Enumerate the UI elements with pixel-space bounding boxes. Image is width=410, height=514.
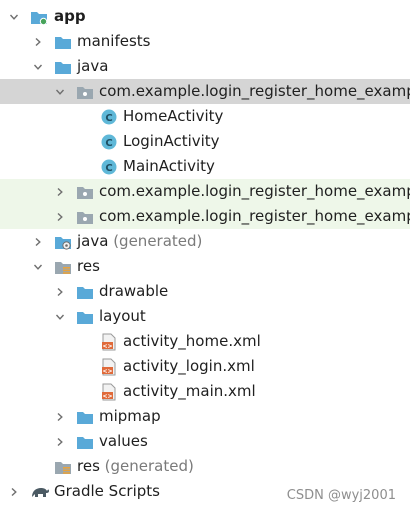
tree-item-label: HomeActivity	[123, 107, 224, 125]
tree-item-activity-main-xml[interactable]: <> activity_main.xml	[0, 379, 410, 404]
module-folder-icon	[30, 7, 48, 26]
tree-item-label: com.example.login_register_home_example	[99, 82, 410, 100]
svg-text:<>: <>	[102, 393, 112, 400]
tree-item-java[interactable]: java	[0, 54, 410, 79]
tree-item-label-text: java	[77, 232, 109, 250]
folder-icon	[76, 407, 94, 426]
svg-text:<>: <>	[102, 343, 112, 350]
tree-item-label: Gradle Scripts	[54, 482, 160, 500]
tree-item-label: java	[77, 57, 109, 75]
xml-file-icon: <>	[100, 357, 118, 376]
xml-file-icon: <>	[100, 332, 118, 351]
tree-item-values[interactable]: values	[0, 429, 410, 454]
tree-item-label: app	[54, 7, 86, 25]
tree-item-label: mipmap	[99, 407, 161, 425]
tree-item-label: LoginActivity	[123, 132, 220, 150]
package-icon	[76, 82, 94, 101]
chevron-right-icon[interactable]	[7, 479, 21, 504]
tree-item-label: com.example.login_register_home_example	[99, 182, 410, 200]
tree-item-manifests[interactable]: manifests	[0, 29, 410, 54]
gradle-icon	[30, 482, 50, 501]
folder-icon	[54, 32, 72, 51]
tree-item-label: layout	[99, 307, 146, 325]
tree-item-package-android-test[interactable]: com.example.login_register_home_example	[0, 179, 410, 204]
tree-item-suffix: (generated)	[99, 457, 194, 475]
chevron-down-icon[interactable]	[53, 304, 67, 329]
chevron-right-icon[interactable]	[31, 229, 45, 254]
svg-text:<>: <>	[102, 368, 112, 375]
tree-item-label: activity_main.xml	[123, 382, 256, 400]
tree-item-label: MainActivity	[123, 157, 215, 175]
folder-icon	[76, 282, 94, 301]
svg-text:C: C	[105, 138, 112, 149]
tree-item-label: manifests	[77, 32, 151, 50]
chevron-down-icon[interactable]	[53, 79, 67, 104]
tree-item-java-generated[interactable]: java (generated)	[0, 229, 410, 254]
tree-item-label: res	[77, 257, 100, 275]
tree-item-drawable[interactable]: drawable	[0, 279, 410, 304]
chevron-down-icon[interactable]	[31, 54, 45, 79]
package-icon	[76, 207, 94, 226]
tree-item-home-activity[interactable]: C HomeActivity	[0, 104, 410, 129]
tree-item-label-text: res	[77, 457, 100, 475]
tree-item-activity-login-xml[interactable]: <> activity_login.xml	[0, 354, 410, 379]
chevron-right-icon[interactable]	[53, 404, 67, 429]
tree-item-label: activity_home.xml	[123, 332, 261, 350]
tree-item-login-activity[interactable]: C LoginActivity	[0, 129, 410, 154]
folder-icon	[54, 57, 72, 76]
svg-text:C: C	[105, 163, 112, 174]
tree-item-label: com.example.login_register_home_example	[99, 207, 410, 225]
tree-item-label: values	[99, 432, 148, 450]
class-icon: C	[100, 132, 118, 151]
chevron-right-icon[interactable]	[53, 204, 67, 229]
folder-icon	[76, 432, 94, 451]
tree-item-package-test[interactable]: com.example.login_register_home_example	[0, 204, 410, 229]
tree-item-main-activity[interactable]: C MainActivity	[0, 154, 410, 179]
res-folder-icon	[54, 257, 72, 276]
chevron-down-icon[interactable]	[7, 4, 21, 29]
chevron-right-icon[interactable]	[31, 29, 45, 54]
project-tree: app manifests java com.example.login_regist…	[0, 4, 410, 504]
tree-item-activity-home-xml[interactable]: <> activity_home.xml	[0, 329, 410, 354]
res-folder-icon	[54, 457, 72, 476]
tree-item-mipmap[interactable]: mipmap	[0, 404, 410, 429]
chevron-down-icon[interactable]	[31, 254, 45, 279]
class-icon: C	[100, 157, 118, 176]
svg-text:C: C	[105, 113, 112, 124]
chevron-right-icon[interactable]	[53, 429, 67, 454]
tree-item-package-main[interactable]: com.example.login_register_home_example	[0, 79, 410, 104]
folder-icon	[76, 307, 94, 326]
tree-item-app[interactable]: app	[0, 4, 410, 29]
chevron-right-icon[interactable]	[53, 179, 67, 204]
tree-item-suffix: (generated)	[108, 232, 203, 250]
tree-item-label: java (generated)	[77, 229, 202, 254]
tree-item-label: res (generated)	[77, 454, 194, 479]
tree-item-res[interactable]: res	[0, 254, 410, 279]
chevron-right-icon[interactable]	[53, 279, 67, 304]
xml-file-icon: <>	[100, 382, 118, 401]
tree-item-layout[interactable]: layout	[0, 304, 410, 329]
class-icon: C	[100, 107, 118, 126]
package-icon	[76, 182, 94, 201]
tree-item-res-generated[interactable]: res (generated)	[0, 454, 410, 479]
tree-item-label: drawable	[99, 282, 169, 300]
tree-item-label: activity_login.xml	[123, 357, 255, 375]
watermark: CSDN @wyj2001	[286, 488, 396, 503]
generated-folder-icon	[54, 232, 72, 251]
